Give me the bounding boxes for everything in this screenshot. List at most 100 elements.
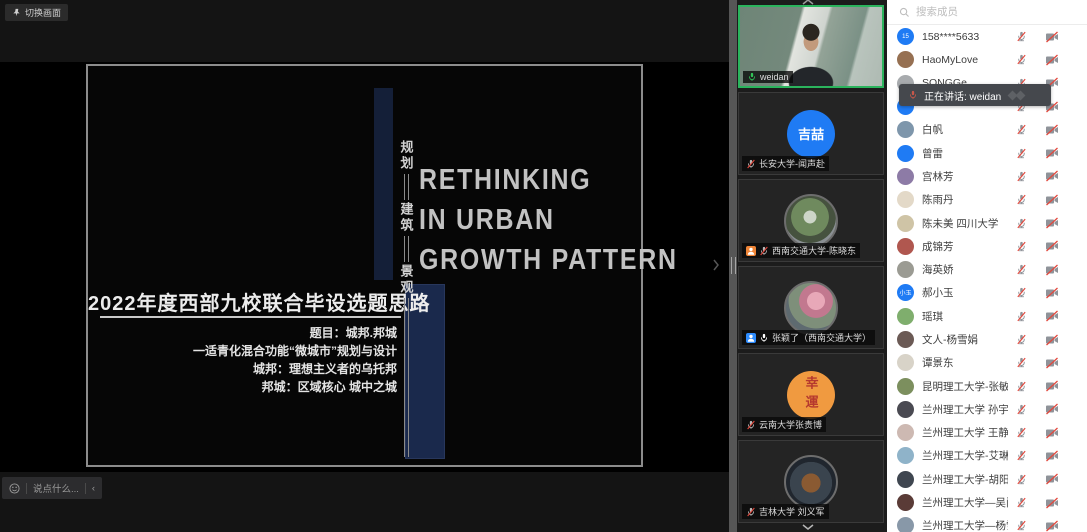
- video-tile[interactable]: 吉林大学 刘义军: [738, 440, 884, 523]
- video-tile[interactable]: 吉喆 长安大学-闻声赴: [738, 92, 884, 175]
- participant-row[interactable]: 宫林芳: [887, 165, 1087, 188]
- divider-drag-handle[interactable]: [731, 257, 736, 274]
- participant-row[interactable]: 陈未美 四川大学: [887, 211, 1087, 234]
- meeting-window: 切换画面 规划 建筑 景观 RETHINKING IN URBAN GROWTH…: [0, 0, 1087, 532]
- slide-detail-lines: 题目：城邦.邦城 一适青化混合功能“微城市”规划与设计 城邦：理想主义者的乌托邦…: [88, 324, 397, 396]
- avatar: 小玉: [897, 284, 914, 301]
- avatar: [897, 261, 914, 278]
- mic-muted-icon: [1016, 357, 1027, 368]
- mic-muted-icon: [1016, 404, 1027, 415]
- panel-divider[interactable]: [729, 0, 737, 532]
- video-tile[interactable]: 幸運 云南大学张贵博: [738, 353, 884, 436]
- toast-logo: [1009, 92, 1024, 99]
- participant-row[interactable]: HaoMyLove: [887, 48, 1087, 71]
- search-icon: [899, 7, 910, 18]
- participant-name: 曾雷: [922, 146, 1008, 161]
- avatar: [897, 51, 914, 68]
- video-tile[interactable]: 张颖了（西南交通大学）: [738, 266, 884, 349]
- participant-row[interactable]: 兰州理工大学-胡阳文武: [887, 468, 1087, 491]
- emoji-icon[interactable]: [9, 483, 20, 494]
- camera-off-icon: [1045, 357, 1059, 369]
- participant-name: 瑶琪: [922, 309, 1008, 324]
- speaking-toast-text: 正在讲话: weidan: [924, 88, 1001, 103]
- camera-off-icon: [1045, 124, 1059, 136]
- participant-row[interactable]: 兰州理工大学 孙宇琪: [887, 398, 1087, 421]
- participant-row[interactable]: 谭景东: [887, 351, 1087, 374]
- participant-name-label: 吉林大学 刘义军: [742, 504, 829, 519]
- participant-name-label: 云南大学张贵博: [742, 417, 826, 432]
- speaking-toast: 正在讲话: weidan: [899, 84, 1051, 106]
- video-tile[interactable]: 西南交通大学-陈晓东: [738, 179, 884, 262]
- presentation-slide: 规划 建筑 景观 RETHINKING IN URBAN GROWTH PATT…: [86, 64, 643, 467]
- avatar: 15: [897, 28, 914, 45]
- camera-off-icon: [1045, 194, 1059, 206]
- camera-off-icon: [1045, 54, 1059, 66]
- avatar: [897, 238, 914, 255]
- participant-name-label: 西南交通大学-陈晓东: [742, 243, 860, 258]
- avatar: [897, 308, 914, 325]
- camera-off-icon: [1045, 147, 1059, 159]
- mic-status-icon: [759, 246, 769, 256]
- member-search-bar[interactable]: [887, 0, 1087, 25]
- mic-muted-icon: [1016, 148, 1027, 159]
- chat-quick-bar[interactable]: 说点什么... ‹: [2, 477, 102, 499]
- camera-off-icon: [1045, 380, 1059, 392]
- participant-row[interactable]: 文人-杨雪娟: [887, 328, 1087, 351]
- search-input[interactable]: [916, 6, 1077, 18]
- slide-deco-band: [374, 88, 393, 280]
- participant-name: 海英娇: [922, 262, 1008, 277]
- mic-muted-icon: [1016, 287, 1027, 298]
- camera-off-icon: [1045, 170, 1059, 182]
- mic-muted-icon: [1016, 218, 1027, 229]
- mic-muted-icon: [1016, 497, 1027, 508]
- participant-row[interactable]: 昆明理工大学-张敏婷: [887, 374, 1087, 397]
- participant-name-label: 长安大学-闻声赴: [742, 156, 829, 171]
- participant-name: 张颖了（西南交通大学）: [772, 331, 871, 344]
- participant-row[interactable]: 白帆: [887, 118, 1087, 141]
- participant-row[interactable]: 15 158****5633: [887, 25, 1087, 48]
- participant-name: 云南大学张贵博: [759, 418, 822, 431]
- scroll-up-icon[interactable]: [801, 0, 815, 6]
- slide-chinese-title: 2022年度西部九校联合毕设选题思路: [88, 287, 400, 316]
- participant-row[interactable]: 小玉 郝小玉: [887, 281, 1087, 304]
- participant-name: 兰州理工大学-艾琳琪: [922, 448, 1008, 463]
- camera-off-icon: [1045, 31, 1059, 43]
- mic-muted-icon: [1016, 124, 1027, 135]
- participant-name: 兰州理工大学-胡阳文武: [922, 472, 1008, 487]
- avatar: [897, 331, 914, 348]
- vertical-label: 规划: [397, 140, 416, 172]
- mic-status-icon: [746, 159, 756, 169]
- participant-name: 兰州理工大学 王静琪: [922, 425, 1008, 440]
- avatar-photo: [784, 455, 838, 509]
- participant-row[interactable]: 兰州理工大学 王静琪: [887, 421, 1087, 444]
- chat-collapse-icon[interactable]: ‹: [92, 483, 95, 494]
- switch-view-button[interactable]: 切换画面: [5, 4, 68, 21]
- participant-row[interactable]: 陈雨丹: [887, 188, 1087, 211]
- pin-icon: [12, 8, 21, 17]
- avatar: [897, 191, 914, 208]
- mic-muted-icon: [1016, 54, 1027, 65]
- participant-name: 兰州理工大学—吴问: [922, 495, 1008, 510]
- switch-view-label: 切换画面: [25, 6, 61, 19]
- participant-role-badge: [746, 246, 756, 256]
- participant-name-label: 张颖了（西南交通大学）: [742, 330, 875, 345]
- scroll-down-icon[interactable]: [801, 523, 815, 531]
- mic-muted-icon: [1016, 474, 1027, 485]
- participant-row[interactable]: 曾雷: [887, 141, 1087, 164]
- participant-row[interactable]: 海英娇: [887, 258, 1087, 281]
- camera-off-icon: [1045, 450, 1059, 462]
- participant-row[interactable]: 兰州理工大学-艾琳琪: [887, 444, 1087, 467]
- participant-name-label: weidan: [743, 71, 793, 83]
- video-tile[interactable]: weidan: [738, 5, 884, 88]
- participant-row[interactable]: 成锦芳: [887, 235, 1087, 258]
- participant-name: HaoMyLove: [922, 54, 1008, 66]
- avatar: [897, 517, 914, 532]
- camera-off-icon: [1045, 264, 1059, 276]
- participant-row[interactable]: 瑶琪: [887, 305, 1087, 328]
- participant-row[interactable]: 兰州理工大学—吴问: [887, 491, 1087, 514]
- camera-off-icon: [1045, 520, 1059, 532]
- sidebar-collapse-handle[interactable]: [712, 258, 724, 276]
- mic-status-icon: [759, 333, 769, 343]
- chat-input-placeholder[interactable]: 说点什么...: [33, 481, 79, 495]
- participant-row[interactable]: 兰州理工大学—杨雪蓝: [887, 514, 1087, 532]
